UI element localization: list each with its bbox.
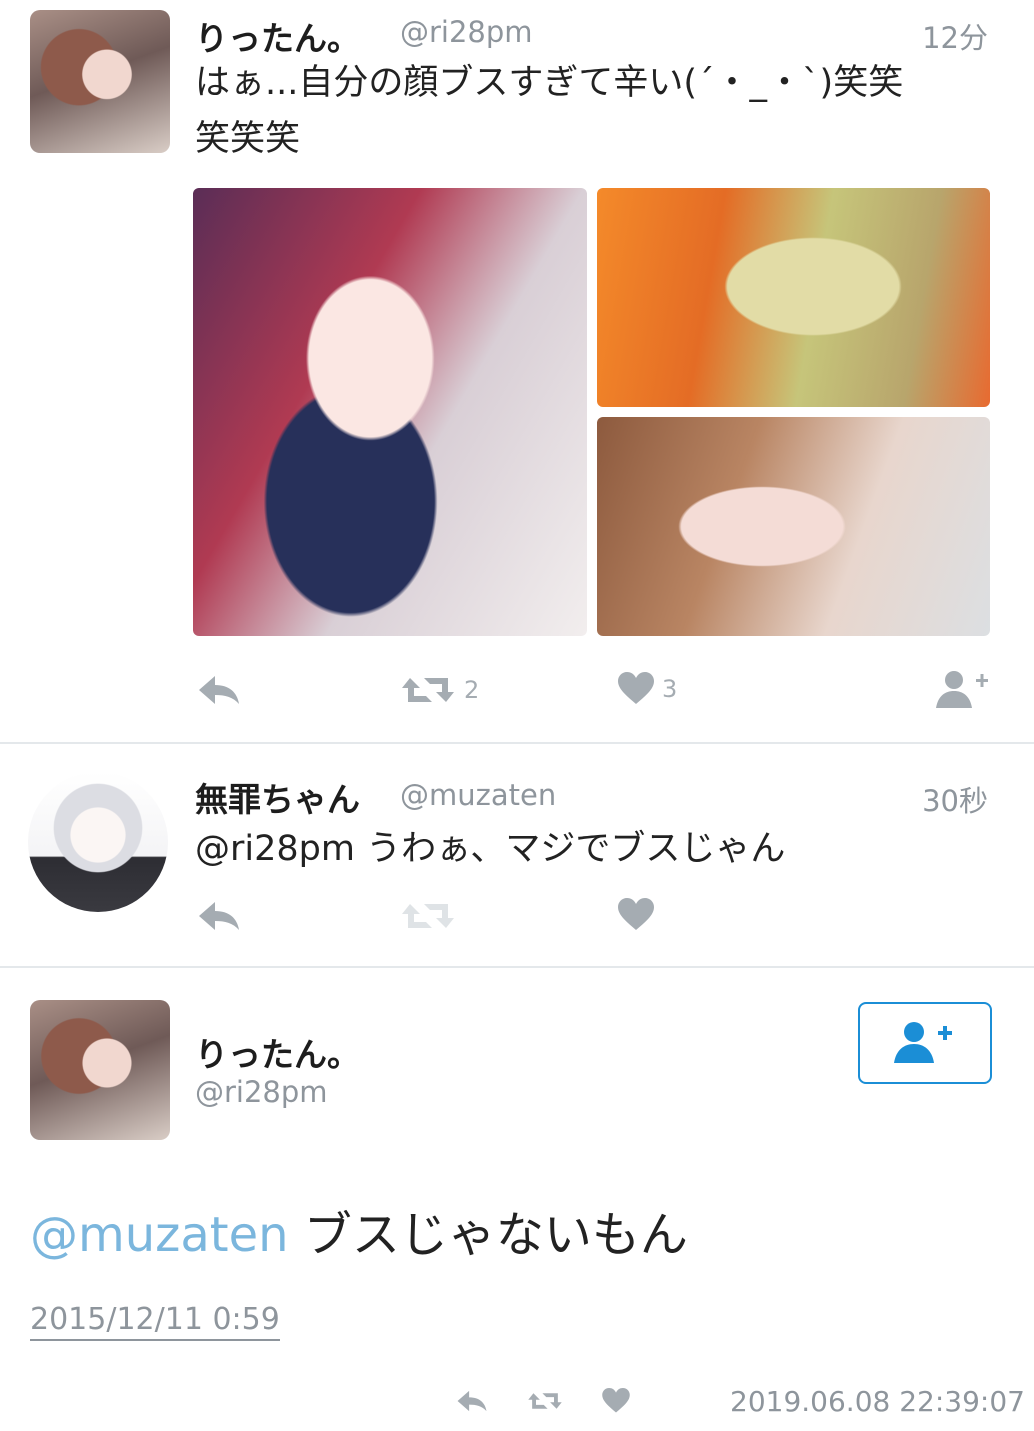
tweet-author-name[interactable]: りったん。 — [195, 12, 360, 60]
footer-like-button[interactable] — [602, 1388, 630, 1414]
tweet-author-handle[interactable]: @ri28pm — [400, 15, 533, 49]
tweet-photo-1[interactable] — [193, 188, 587, 636]
like-button[interactable] — [618, 898, 654, 932]
follow-button[interactable] — [858, 1002, 992, 1084]
tweet-time[interactable]: 30秒 — [880, 778, 988, 820]
retweet-icon — [402, 678, 454, 702]
tweet-time[interactable]: 12分 — [880, 15, 988, 57]
retweet-icon — [528, 1393, 562, 1409]
tweet-photo-2[interactable] — [597, 188, 990, 407]
tweet-text-line-1: はぁ...自分の顔ブスすぎて辛い(´・_・`)笑笑 — [195, 63, 904, 103]
tweet-author-name[interactable]: 無罪ちゃん — [195, 773, 360, 821]
tweet-text: @ri28pm うわぁ、マジでブスじゃん — [195, 824, 785, 874]
mention-link[interactable]: @ri28pm — [195, 829, 355, 869]
retweet-icon — [402, 904, 454, 928]
tweet-author-handle[interactable]: @ri28pm — [195, 1075, 328, 1109]
heart-icon — [618, 672, 654, 704]
tweet-text-line-2: 笑笑笑 — [195, 119, 301, 159]
retweet-count: 2 — [464, 676, 480, 704]
tweet-divider — [0, 966, 1034, 968]
mention-link[interactable]: @muzaten — [30, 1207, 289, 1263]
reply-icon — [457, 1390, 487, 1412]
retweet-button[interactable]: 2 — [400, 672, 479, 708]
tweet-author-handle[interactable]: @muzaten — [400, 778, 556, 812]
footer-reply-button[interactable] — [456, 1388, 488, 1414]
tweet-date-container: 2015/12/11 0:59 — [30, 1302, 280, 1341]
avatar[interactable] — [30, 10, 170, 153]
reply-icon — [199, 676, 239, 704]
like-button[interactable]: 3 — [618, 672, 677, 706]
follow-icon — [894, 1022, 952, 1063]
heart-icon — [618, 898, 654, 930]
retweet-button[interactable] — [400, 898, 456, 934]
tweet-author-name[interactable]: りったん。 — [195, 1028, 360, 1076]
tweet-date-link[interactable]: 2015/12/11 0:59 — [30, 1302, 280, 1341]
avatar[interactable] — [30, 1000, 170, 1140]
footer-retweet-button[interactable] — [527, 1388, 563, 1414]
follow-icon — [936, 671, 988, 708]
avatar[interactable] — [28, 772, 168, 912]
follow-button[interactable] — [936, 670, 990, 710]
tweet-text: @muzaten ブスじゃないもん — [30, 1205, 688, 1265]
tweet-divider — [0, 742, 1034, 744]
tweet-body: うわぁ、マジでブスじゃん — [366, 829, 786, 869]
capture-timestamp: 2019.06.08 22:39:07 — [730, 1385, 1025, 1418]
tweet-body: ブスじゃないもん — [303, 1207, 688, 1263]
heart-icon — [602, 1388, 630, 1413]
reply-icon — [199, 902, 239, 930]
like-count: 3 — [662, 675, 678, 703]
reply-button[interactable] — [197, 898, 241, 934]
reply-button[interactable] — [197, 672, 241, 708]
tweet-photo-3[interactable] — [597, 417, 990, 636]
